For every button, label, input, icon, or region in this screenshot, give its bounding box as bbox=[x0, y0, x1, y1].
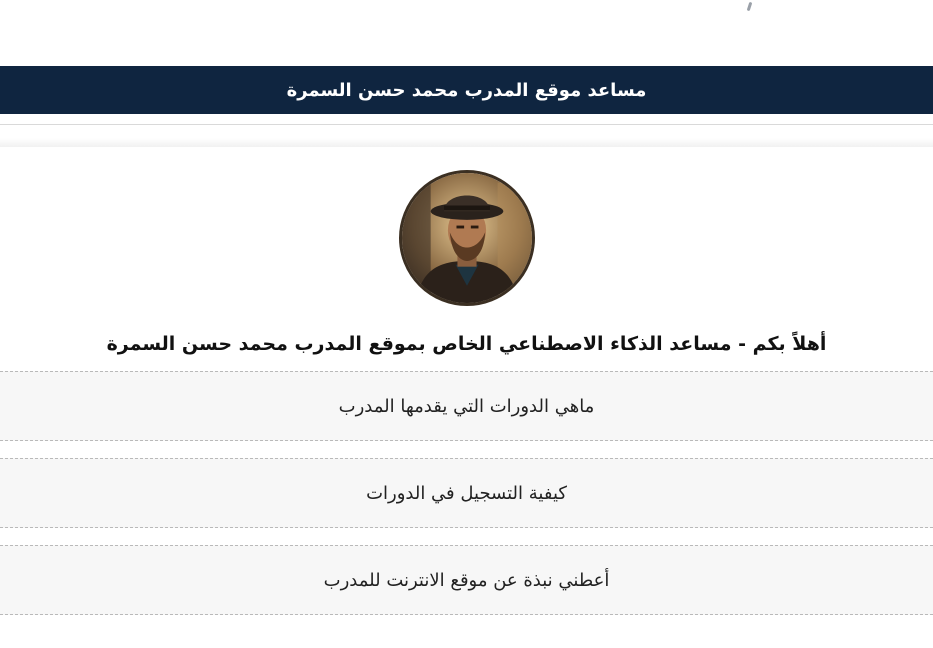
trainer-avatar-icon bbox=[398, 170, 535, 306]
header-bar: مساعد موقع المدرب محمد حسن السمرة bbox=[0, 66, 933, 114]
suggestion-label: ماهي الدورات التي يقدمها المدرب bbox=[338, 395, 595, 417]
suggestion-list: ماهي الدورات التي يقدمها المدرب كيفية ال… bbox=[0, 371, 933, 615]
suggestion-courses[interactable]: ماهي الدورات التي يقدمها المدرب bbox=[0, 371, 933, 441]
suggestion-registration[interactable]: كيفية التسجيل في الدورات bbox=[0, 458, 933, 528]
suggestion-label: كيفية التسجيل في الدورات bbox=[366, 482, 567, 504]
welcome-heading: أهلاً بكم - مساعد الذكاء الاصطناعي الخاص… bbox=[106, 333, 827, 355]
avatar-portrait bbox=[401, 173, 532, 303]
stray-mark bbox=[746, 1, 753, 12]
avatar-container bbox=[0, 147, 933, 306]
page-title: مساعد موقع المدرب محمد حسن السمرة bbox=[286, 79, 647, 101]
top-blank-area bbox=[0, 0, 933, 66]
chat-card: أهلاً بكم - مساعد الذكاء الاصطناعي الخاص… bbox=[0, 147, 933, 615]
spacer bbox=[0, 125, 933, 147]
suggestion-label: أعطني نبذة عن موقع الانترنت للمدرب bbox=[323, 569, 610, 591]
suggestion-website-info[interactable]: أعطني نبذة عن موقع الانترنت للمدرب bbox=[0, 545, 933, 615]
